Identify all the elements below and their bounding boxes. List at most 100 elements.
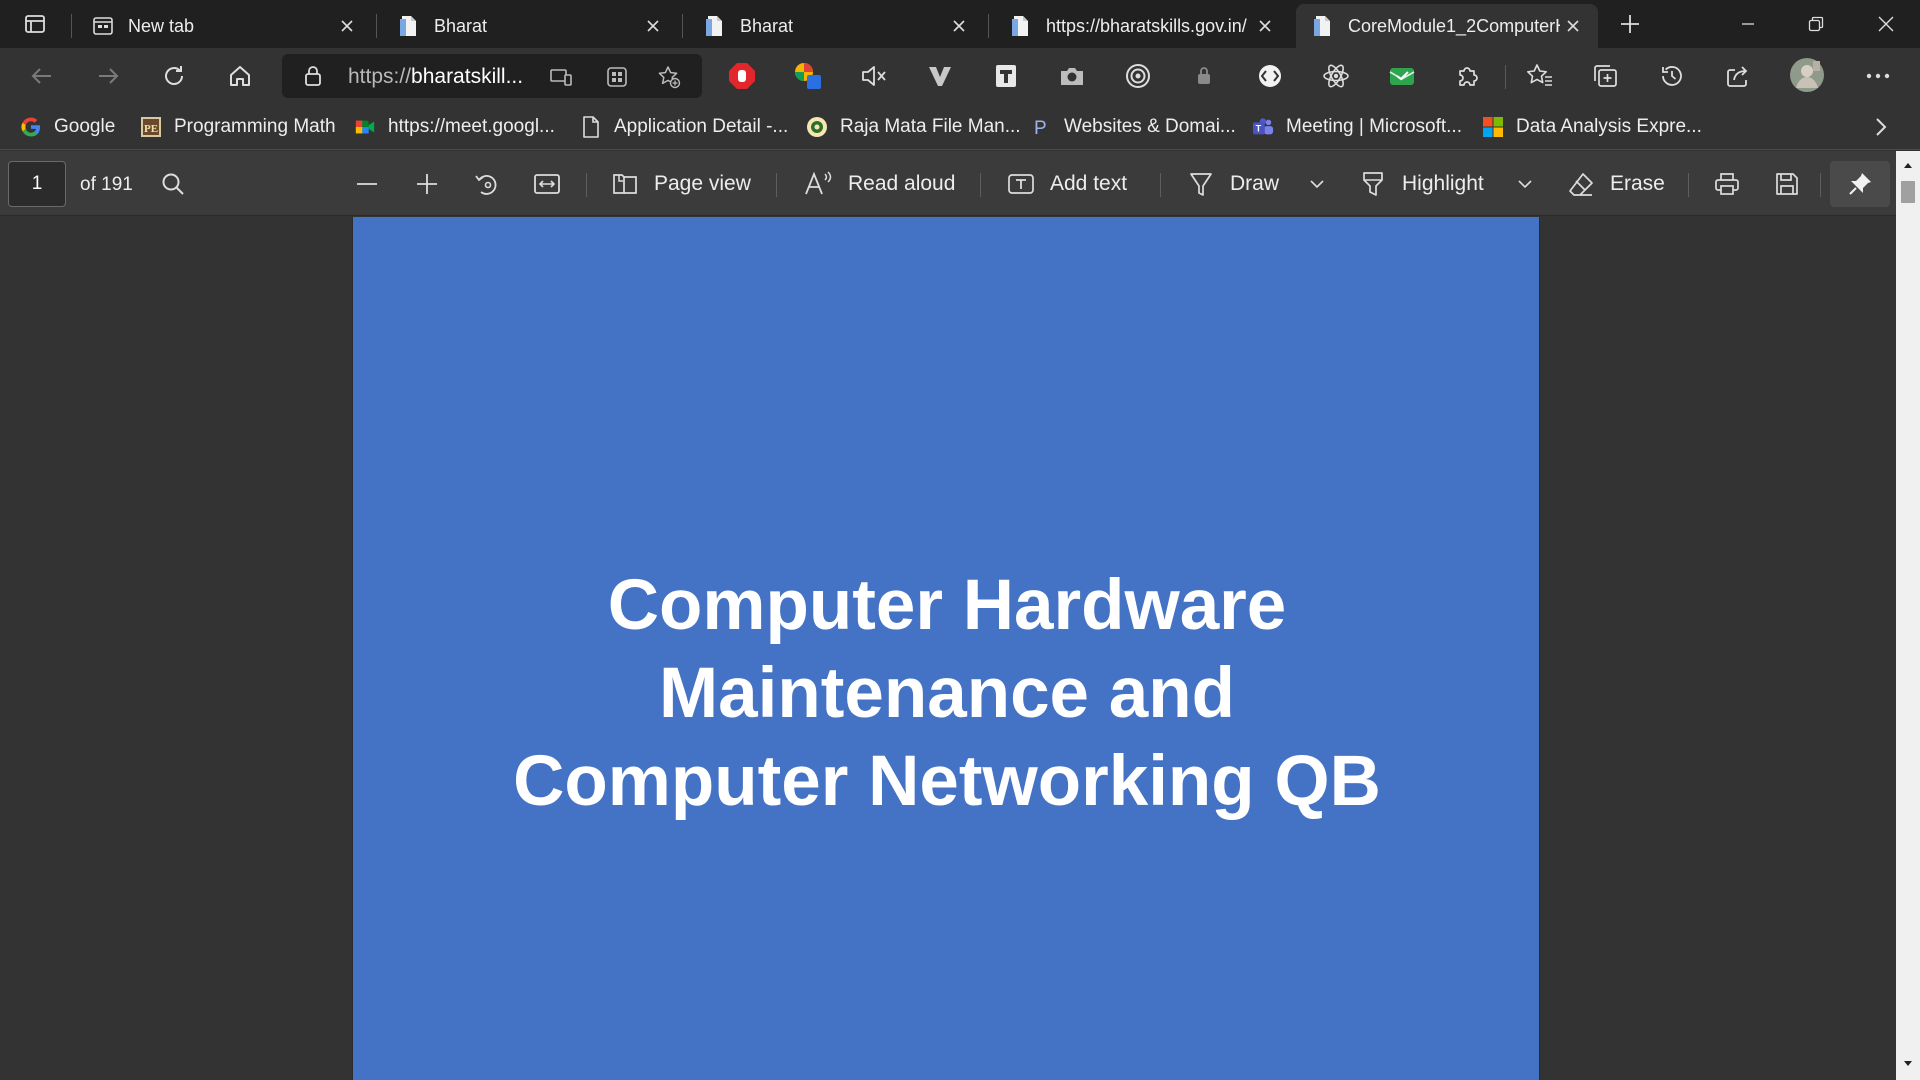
save-disk-icon bbox=[1770, 167, 1804, 201]
highlighter-icon bbox=[1356, 167, 1390, 201]
read-aloud-icon bbox=[802, 167, 836, 201]
favorite-label: Application Detail -... bbox=[614, 116, 789, 137]
favorites-star-icon[interactable] bbox=[1524, 60, 1556, 92]
read-aloud-label: Read aloud bbox=[848, 172, 956, 195]
refresh-icon[interactable] bbox=[154, 56, 194, 96]
toolbar-separator bbox=[1688, 173, 1689, 197]
close-tab-icon[interactable] bbox=[334, 13, 360, 39]
pdf-document-icon bbox=[704, 15, 726, 37]
page-view-label: Page view bbox=[654, 172, 751, 195]
url-scheme: https:// bbox=[348, 65, 412, 88]
color-picker-extension-icon[interactable] bbox=[792, 60, 824, 92]
add-favorite-star-icon[interactable] bbox=[656, 64, 682, 90]
url-host: bharatskill... bbox=[411, 65, 524, 88]
favorite-teams-meeting[interactable]: T Meeting | Microsoft... bbox=[1252, 112, 1462, 142]
close-tab-icon[interactable] bbox=[1560, 13, 1586, 39]
tab-new-tab[interactable]: New tab bbox=[76, 4, 372, 48]
erase-label: Erase bbox=[1610, 172, 1665, 195]
zoom-out-button[interactable] bbox=[350, 165, 384, 203]
favorite-data-analysis[interactable]: Data Analysis Expre... bbox=[1482, 112, 1702, 142]
chevron-right-icon[interactable] bbox=[1868, 114, 1894, 140]
close-tab-icon[interactable] bbox=[640, 13, 666, 39]
vertical-scrollbar[interactable] bbox=[1896, 151, 1920, 1080]
tab-coremodule-active[interactable]: CoreModule1_2ComputerH bbox=[1296, 4, 1598, 48]
react-atom-icon[interactable] bbox=[1320, 60, 1352, 92]
scrollbar-thumb[interactable] bbox=[1901, 181, 1915, 203]
settings-more-icon[interactable] bbox=[1862, 60, 1894, 92]
draw-button[interactable]: Draw bbox=[1184, 165, 1279, 203]
find-search-button[interactable] bbox=[156, 165, 190, 203]
adblock-stop-hand-icon[interactable] bbox=[726, 60, 758, 92]
add-text-button[interactable]: Add text bbox=[1004, 165, 1127, 203]
camera-screenshot-icon[interactable] bbox=[1056, 60, 1088, 92]
tab-bharat-1[interactable]: Bharat bbox=[382, 4, 678, 48]
pdf-viewer-area[interactable]: Computer Hardware Maintenance and Comput… bbox=[0, 217, 1896, 1080]
app-available-icon[interactable] bbox=[604, 64, 630, 90]
favorite-application-detail[interactable]: Application Detail -... bbox=[580, 112, 788, 142]
save-button[interactable] bbox=[1770, 165, 1804, 203]
share-icon[interactable] bbox=[1722, 60, 1754, 92]
collections-icon[interactable] bbox=[1590, 60, 1622, 92]
tab-bharatskills-url[interactable]: https://bharatskills.gov.in/ bbox=[994, 4, 1290, 48]
password-lock-extension-icon[interactable] bbox=[1188, 60, 1220, 92]
restore-icon[interactable] bbox=[1782, 0, 1850, 48]
highlight-button[interactable]: Highlight bbox=[1356, 165, 1484, 203]
page-number-input[interactable] bbox=[8, 161, 66, 207]
favorite-websites-domains[interactable]: P Websites & Domai... bbox=[1030, 112, 1236, 142]
tab-actions-menu-icon[interactable] bbox=[14, 9, 56, 39]
draw-options-dropdown[interactable] bbox=[1300, 165, 1334, 203]
favorite-google-meet[interactable]: https://meet.googl... bbox=[354, 112, 555, 142]
lock-icon[interactable] bbox=[302, 65, 324, 87]
mail-check-extension-icon[interactable] bbox=[1386, 60, 1418, 92]
rotate-button[interactable] bbox=[470, 165, 504, 203]
favorite-programming-math[interactable]: PE Programming Math bbox=[140, 112, 336, 142]
favorite-raja-mata[interactable]: Raja Mata File Man... bbox=[806, 112, 1021, 142]
profile-avatar[interactable] bbox=[1788, 56, 1826, 94]
favorite-google[interactable]: Google bbox=[20, 112, 115, 142]
pdf-toolbar: of 191 Page view Read aloud Add text Dra… bbox=[0, 151, 1920, 216]
mute-tab-speaker-icon[interactable] bbox=[858, 60, 890, 92]
history-clock-icon[interactable] bbox=[1656, 60, 1688, 92]
minimize-icon[interactable] bbox=[1714, 0, 1782, 48]
scroll-up-arrow-icon[interactable] bbox=[1896, 155, 1920, 175]
read-aloud-button[interactable]: Read aloud bbox=[802, 165, 955, 203]
eraser-icon bbox=[1564, 167, 1598, 201]
address-url[interactable]: https://bharatskill... bbox=[348, 65, 523, 89]
svg-text:P: P bbox=[1034, 118, 1047, 138]
plus-icon bbox=[410, 167, 444, 201]
pdf-page[interactable]: Computer Hardware Maintenance and Comput… bbox=[352, 217, 1540, 1080]
pin-toolbar-button[interactable] bbox=[1830, 161, 1890, 207]
target-record-icon[interactable] bbox=[1122, 60, 1154, 92]
forward-arrow-icon[interactable] bbox=[88, 56, 128, 96]
document-title-line: Computer Networking QB bbox=[513, 742, 1381, 821]
favorites-bar: Google PE Programming Math https://meet.… bbox=[0, 104, 1920, 150]
new-tab-page-icon bbox=[92, 15, 114, 37]
close-window-icon[interactable] bbox=[1852, 0, 1920, 48]
draw-label: Draw bbox=[1230, 172, 1280, 195]
search-icon bbox=[156, 167, 190, 201]
v-extension-icon[interactable] bbox=[924, 60, 956, 92]
extensions-puzzle-icon[interactable] bbox=[1452, 60, 1484, 92]
print-button[interactable] bbox=[1710, 165, 1744, 203]
address-bar[interactable]: https://bharatskill... bbox=[282, 54, 702, 98]
fit-width-icon bbox=[530, 167, 564, 201]
fit-to-width-button[interactable] bbox=[530, 165, 564, 203]
tab-bharat-2[interactable]: Bharat bbox=[688, 4, 984, 48]
highlight-options-dropdown[interactable] bbox=[1508, 165, 1542, 203]
zoom-in-button[interactable] bbox=[410, 165, 444, 203]
tab-title: https://bharatskills.gov.in/ bbox=[1046, 15, 1247, 36]
t-extension-icon[interactable] bbox=[990, 60, 1022, 92]
page-view-button[interactable]: Page view bbox=[608, 165, 751, 203]
back-arrow-icon[interactable] bbox=[22, 56, 62, 96]
cast-device-icon[interactable] bbox=[548, 64, 574, 90]
favorite-label: Raja Mata File Man... bbox=[840, 116, 1021, 137]
close-tab-icon[interactable] bbox=[946, 13, 972, 39]
scroll-down-arrow-icon[interactable] bbox=[1896, 1054, 1920, 1074]
erase-button[interactable]: Erase bbox=[1564, 165, 1665, 203]
toolbar-separator bbox=[1505, 65, 1506, 89]
home-icon[interactable] bbox=[220, 56, 260, 96]
new-tab-button[interactable] bbox=[1614, 8, 1646, 40]
dev-tools-extension-icon[interactable] bbox=[1254, 60, 1286, 92]
emblem-icon bbox=[806, 116, 828, 138]
close-tab-icon[interactable] bbox=[1252, 13, 1278, 39]
